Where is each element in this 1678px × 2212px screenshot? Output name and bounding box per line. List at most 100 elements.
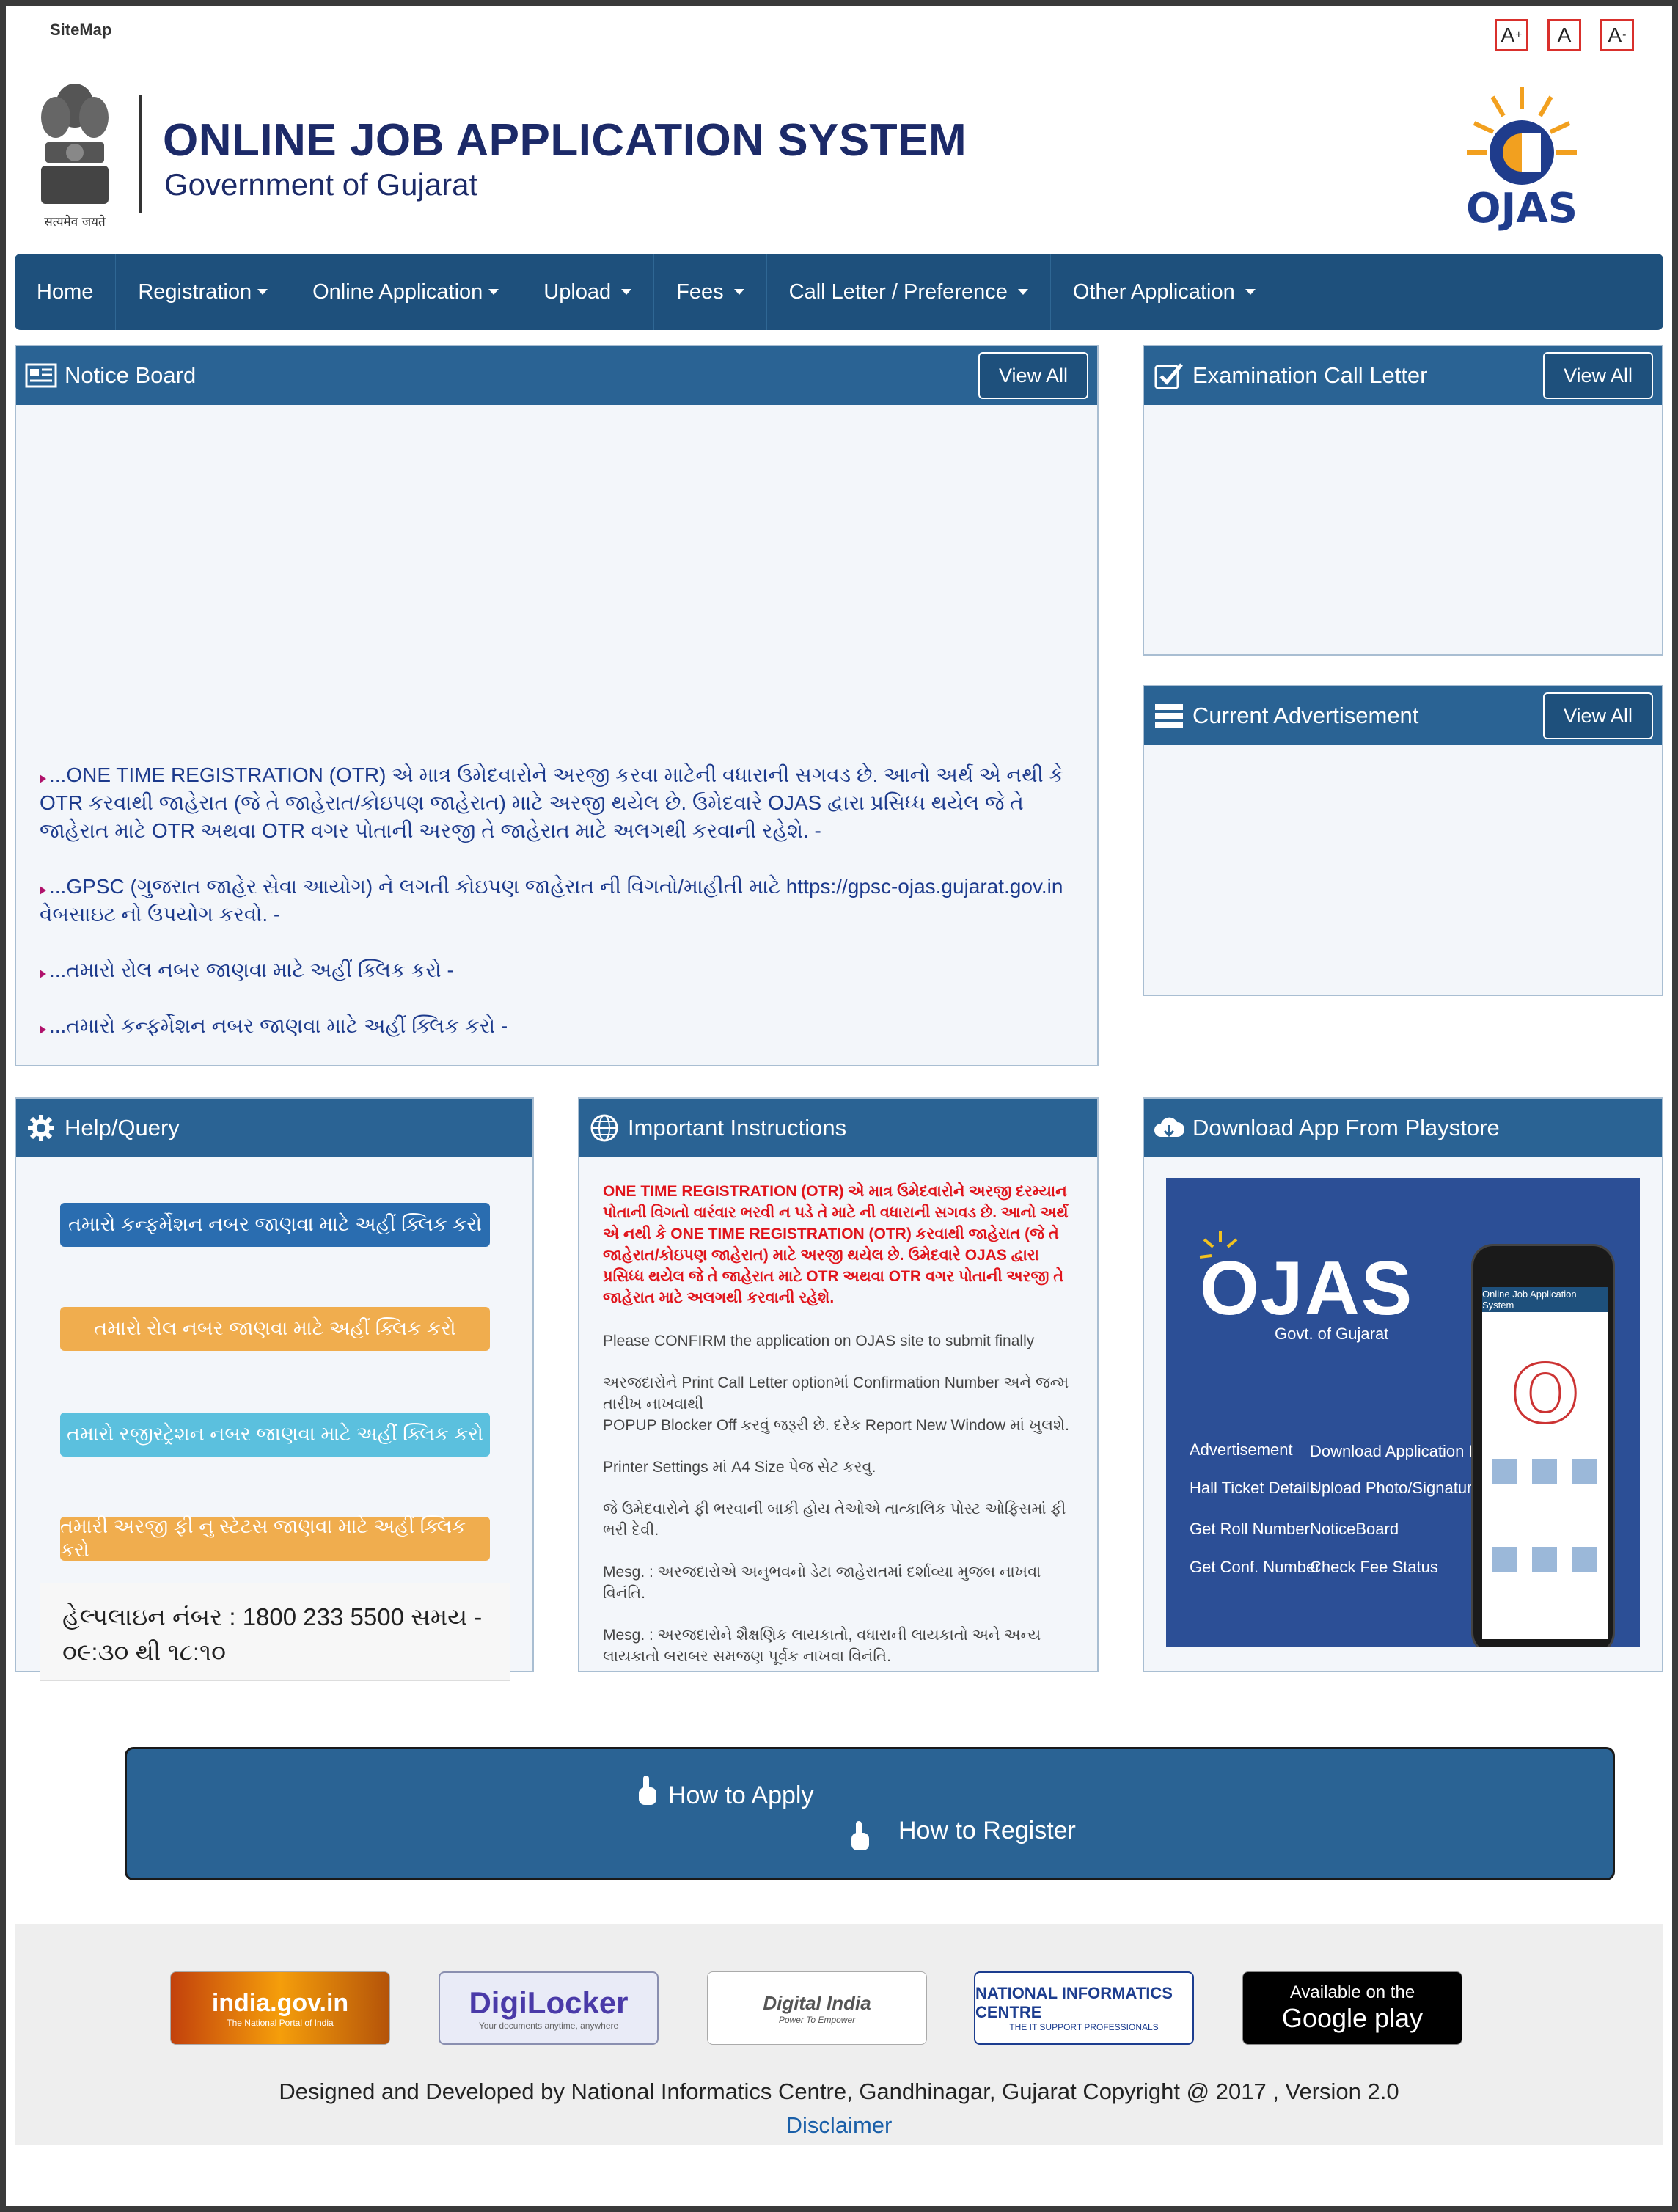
notice-list: ...ONE TIME REGISTRATION (OTR) એ માત્ર ઉ… bbox=[16, 405, 1097, 1040]
instruction-item: Printer Settings માં A4 Size પેજ સેટ કરવ… bbox=[603, 1459, 876, 1476]
copyright-text: Designed and Developed by National Infor… bbox=[279, 2079, 1399, 2104]
confirmation-number-button[interactable]: તમારો કન્ફર્મેશન નબર જાણવા માટે અહીં ક્લ… bbox=[60, 1203, 490, 1247]
globe-icon bbox=[588, 1113, 620, 1143]
svg-text:OJAS: OJAS bbox=[1466, 185, 1578, 232]
current-advertisement-panel: Current Advertisement View All bbox=[1143, 685, 1663, 996]
otr-warning-text: ONE TIME REGISTRATION (OTR) એ માત્ર ઉમેદ… bbox=[603, 1183, 1069, 1306]
phone-mockup: Online Job Application System O bbox=[1471, 1244, 1615, 1647]
nav-registration[interactable]: Registration bbox=[116, 254, 291, 330]
exam-call-letter-panel: Examination Call Letter View All bbox=[1143, 345, 1663, 656]
promo-menu-item: Get Roll Number bbox=[1190, 1520, 1310, 1538]
instruction-item: જે ઉમેદવારોને ફી ભરવાની બાકી હોય તેઓએ તા… bbox=[603, 1501, 1066, 1539]
how-to-register-link[interactable]: How to Register bbox=[898, 1817, 1076, 1845]
caret-down-icon bbox=[257, 289, 268, 295]
font-increase-button[interactable]: A + bbox=[1495, 19, 1528, 51]
disclaimer-link: Disclaimer bbox=[15, 2112, 1663, 2139]
notice-view-all-button[interactable]: View All bbox=[978, 352, 1088, 399]
india-gov-logo[interactable]: india.gov.in The National Portal of Indi… bbox=[170, 1971, 390, 2045]
exam-call-letter-title: Examination Call Letter bbox=[1192, 362, 1428, 388]
important-instructions-header: Important Instructions bbox=[579, 1099, 1097, 1157]
roll-number-button[interactable]: તમારો રોલ નબર જાણવા માટે અહીં ક્લિક કરો bbox=[60, 1307, 490, 1351]
gear-icon bbox=[25, 1113, 57, 1143]
nav-home[interactable]: Home bbox=[15, 254, 117, 330]
caret-down-icon bbox=[1017, 289, 1028, 295]
hand-pointer-icon bbox=[639, 1776, 656, 1805]
ojas-logo: OJAS bbox=[1459, 79, 1584, 237]
notice-board-panel: Notice Board View All ...ONE TIME REGIST… bbox=[15, 345, 1099, 1066]
notice-board-title: Notice Board bbox=[65, 362, 197, 388]
phone-app-header: Online Job Application System bbox=[1482, 1287, 1608, 1312]
promo-menu-item: Upload Photo/Signature bbox=[1310, 1479, 1481, 1497]
instructions-body: ONE TIME REGISTRATION (OTR) એ માત્ર ઉમેદ… bbox=[579, 1157, 1097, 1667]
google-play-badge[interactable]: Available on the Google play bbox=[1242, 1971, 1462, 2045]
promo-title: OJAS bbox=[1200, 1246, 1414, 1331]
advert-view-all-button[interactable]: View All bbox=[1543, 692, 1653, 739]
header-divider bbox=[139, 95, 142, 213]
caret-down-icon bbox=[488, 289, 499, 295]
registration-number-button[interactable]: તમારો રજીસ્ટ્રેશન નબર જાણવા માટે અહીં ક્… bbox=[60, 1413, 490, 1457]
promo-menu-item: Check Fee Status bbox=[1310, 1558, 1438, 1576]
list-icon bbox=[1153, 701, 1185, 730]
nav-upload[interactable]: Upload bbox=[521, 254, 655, 330]
font-decrease-button[interactable]: A- bbox=[1600, 19, 1634, 51]
promo-menu-item: NoticeBoard bbox=[1310, 1520, 1399, 1538]
nic-logo[interactable]: NATIONAL INFORMATICS CENTRE THE IT SUPPO… bbox=[974, 1971, 1194, 2045]
helpline-info: હેલ્પલાઇન નંબર : 1800 233 5500 સમય - ૦૯:… bbox=[40, 1583, 510, 1681]
arrow-bullet-icon bbox=[40, 970, 46, 978]
nav-other-application[interactable]: Other Application bbox=[1051, 254, 1278, 330]
disclaimer-anchor[interactable]: Disclaimer bbox=[786, 2112, 893, 2138]
app-promo-image[interactable]: OJAS Govt. of Gujarat Advertisement Hall… bbox=[1166, 1178, 1640, 1647]
promo-menu-item: Advertisement bbox=[1190, 1440, 1293, 1459]
promo-menu-item: Get Conf. Number bbox=[1190, 1558, 1321, 1576]
current-advertisement-header: Current Advertisement View All bbox=[1144, 686, 1662, 745]
instruction-item: Mesg. : અરજદારોને શૈક્ષણિક લાયકાતો, વધાર… bbox=[603, 1627, 1041, 1665]
help-query-header: Help/Query bbox=[16, 1099, 532, 1157]
instruction-item: Please CONFIRM the application on OJAS s… bbox=[603, 1333, 1035, 1349]
howto-banner: How to Apply How to Register bbox=[125, 1747, 1615, 1880]
instruction-item: અરજદારોને Print Call Letter optionમાં Co… bbox=[603, 1374, 1069, 1434]
help-query-panel: Help/Query તમારો કન્ફર્મેશન નબર જાણવા મા… bbox=[15, 1097, 534, 1681]
nav-fees[interactable]: Fees bbox=[654, 254, 767, 330]
svg-text:सत्यमेव जयते: सत्यमेव जयते bbox=[44, 214, 106, 230]
help-query-title: Help/Query bbox=[65, 1115, 180, 1140]
arrow-bullet-icon bbox=[40, 774, 46, 783]
cloud-download-icon bbox=[1153, 1113, 1185, 1143]
font-size-tools: A + A A- bbox=[1495, 19, 1634, 51]
nav-online-application[interactable]: Online Application bbox=[290, 254, 522, 330]
important-instructions-title: Important Instructions bbox=[628, 1115, 847, 1140]
national-emblem-logo: सत्यमेव जयते bbox=[31, 79, 119, 233]
playstore-panel: Download App From Playstore OJAS Govt. o… bbox=[1143, 1097, 1663, 1672]
notice-item[interactable]: ...ONE TIME REGISTRATION (OTR) એ માત્ર ઉ… bbox=[40, 761, 1065, 845]
notice-item[interactable]: ...GPSC (ગુજરાત જાહેર સેવા આયોગ) ને લગતી… bbox=[40, 873, 1065, 929]
sitemap-link[interactable]: SiteMap bbox=[50, 21, 111, 40]
svg-text:O: O bbox=[1511, 1347, 1580, 1441]
newspaper-icon bbox=[25, 361, 57, 390]
exam-view-all-button[interactable]: View All bbox=[1543, 352, 1653, 399]
site-title: ONLINE JOB APPLICATION SYSTEM bbox=[163, 115, 967, 166]
notice-item[interactable]: ...તમારો કન્ફર્મેશન નબર જાણવા માટે અહીં … bbox=[40, 1012, 1065, 1040]
fee-status-button[interactable]: તમારી અરજી ફી નુ સ્ટેટસ જાણવા માટે અહીં … bbox=[60, 1515, 490, 1561]
caret-down-icon bbox=[733, 289, 744, 295]
promo-menu-item: Hall Ticket Details bbox=[1190, 1479, 1318, 1497]
arrow-bullet-icon bbox=[40, 886, 46, 895]
digilocker-logo[interactable]: DigiLocker Your documents anytime, anywh… bbox=[439, 1971, 659, 2045]
digital-india-logo[interactable]: Digital India Power To Empower bbox=[707, 1971, 927, 2045]
font-normal-button[interactable]: A bbox=[1547, 19, 1581, 51]
main-navbar: Home Registration Online Application Upl… bbox=[15, 254, 1663, 330]
playstore-header: Download App From Playstore bbox=[1144, 1099, 1662, 1157]
notice-board-header: Notice Board View All bbox=[16, 346, 1097, 405]
promo-subtitle: Govt. of Gujarat bbox=[1275, 1325, 1389, 1343]
caret-down-icon bbox=[621, 289, 632, 295]
instruction-item: Mesg. : અરજદારોએ અનુભવનો ડેટા જાહેરાતમાં… bbox=[603, 1564, 1041, 1602]
caret-down-icon bbox=[1245, 289, 1256, 295]
site-subtitle: Government of Gujarat bbox=[164, 167, 478, 202]
notice-item[interactable]: ...તમારો રોલ નબર જાણવા માટે અહીં ક્લિક ક… bbox=[40, 956, 1065, 984]
playstore-title: Download App From Playstore bbox=[1192, 1115, 1500, 1140]
checkbox-icon bbox=[1153, 361, 1185, 390]
phone-screen: Online Job Application System O bbox=[1482, 1287, 1608, 1639]
footer: india.gov.in The National Portal of Indi… bbox=[15, 1924, 1663, 2145]
exam-call-letter-header: Examination Call Letter View All bbox=[1144, 346, 1662, 405]
current-advertisement-title: Current Advertisement bbox=[1192, 703, 1419, 728]
hand-pointer-icon bbox=[851, 1821, 869, 1850]
nav-call-letter[interactable]: Call Letter / Preference bbox=[767, 254, 1051, 330]
